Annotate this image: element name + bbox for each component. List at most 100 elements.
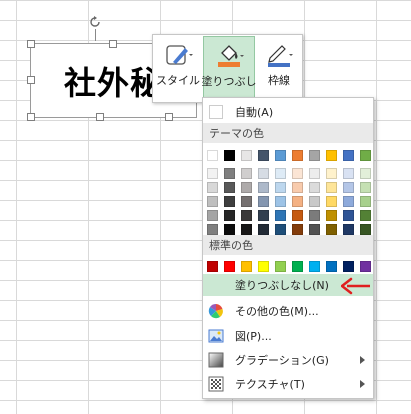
theme-shade-swatch[interactable] xyxy=(258,210,269,221)
theme-shade-swatch[interactable] xyxy=(326,224,337,235)
fill-label: 塗りつぶし xyxy=(201,75,257,88)
standard-color-swatch[interactable] xyxy=(258,261,269,272)
pen-icon xyxy=(268,45,293,67)
theme-color-swatch[interactable] xyxy=(241,150,252,161)
resize-handle[interactable] xyxy=(27,76,35,84)
theme-shade-swatch[interactable] xyxy=(241,182,252,193)
theme-shade-swatch[interactable] xyxy=(309,168,320,179)
standard-color-swatch[interactable] xyxy=(309,261,320,272)
theme-shade-swatch[interactable] xyxy=(258,182,269,193)
standard-color-swatch[interactable] xyxy=(326,261,337,272)
submenu-arrow-icon xyxy=(360,380,365,388)
theme-shade-swatch[interactable] xyxy=(326,168,337,179)
standard-color-swatch[interactable] xyxy=(343,261,354,272)
standard-color-swatch[interactable] xyxy=(241,261,252,272)
theme-shade-swatch[interactable] xyxy=(309,196,320,207)
theme-color-swatch[interactable] xyxy=(343,150,354,161)
resize-handle[interactable] xyxy=(165,113,173,121)
theme-shade-swatch[interactable] xyxy=(292,182,303,193)
theme-shade-swatch[interactable] xyxy=(207,210,218,221)
theme-shade-swatch[interactable] xyxy=(326,196,337,207)
theme-shade-swatch[interactable] xyxy=(343,196,354,207)
theme-shade-swatch[interactable] xyxy=(224,196,235,207)
standard-color-swatch[interactable] xyxy=(207,261,218,272)
color-wheel-icon xyxy=(208,303,223,319)
theme-shade-swatch[interactable] xyxy=(292,196,303,207)
texture-icon xyxy=(208,376,224,392)
rotate-handle-icon[interactable] xyxy=(88,15,102,29)
paint-bucket-icon xyxy=(218,45,244,67)
theme-color-swatch[interactable] xyxy=(360,150,371,161)
style-button[interactable]: スタイル xyxy=(155,36,201,100)
theme-shade-swatch[interactable] xyxy=(207,168,218,179)
resize-handle[interactable] xyxy=(96,113,104,121)
theme-shade-swatch[interactable] xyxy=(343,182,354,193)
menu-item-more-colors[interactable]: その他の色(M)... xyxy=(203,300,373,322)
resize-handle[interactable] xyxy=(27,113,35,121)
theme-shade-swatch[interactable] xyxy=(309,210,320,221)
theme-shade-swatch[interactable] xyxy=(224,224,235,235)
standard-color-swatch[interactable] xyxy=(360,261,371,272)
menu-item-gradient[interactable]: グラデーション(G) xyxy=(203,349,373,371)
theme-color-swatch[interactable] xyxy=(292,150,303,161)
theme-shade-swatch[interactable] xyxy=(326,182,337,193)
gradient-label: グラデーション(G) xyxy=(235,354,329,367)
theme-shade-swatch[interactable] xyxy=(224,182,235,193)
theme-shade-swatch[interactable] xyxy=(343,168,354,179)
auto-label: 自動(A) xyxy=(235,106,274,119)
theme-shade-swatch[interactable] xyxy=(207,182,218,193)
no-fill-label: 塗りつぶしなし(N) xyxy=(235,279,329,292)
theme-shade-swatch[interactable] xyxy=(207,196,218,207)
theme-shade-swatch[interactable] xyxy=(360,224,371,235)
menu-item-picture[interactable]: 図(P)... xyxy=(203,325,373,347)
theme-shade-swatch[interactable] xyxy=(241,168,252,179)
theme-shade-swatch[interactable] xyxy=(292,210,303,221)
theme-color-swatch[interactable] xyxy=(309,150,320,161)
theme-shade-swatch[interactable] xyxy=(360,182,371,193)
theme-shade-swatch[interactable] xyxy=(343,210,354,221)
theme-shade-swatch[interactable] xyxy=(309,182,320,193)
theme-shade-swatch[interactable] xyxy=(241,224,252,235)
theme-shade-swatch[interactable] xyxy=(360,168,371,179)
fill-button[interactable]: 塗りつぶし xyxy=(201,36,257,100)
theme-shade-swatch[interactable] xyxy=(224,210,235,221)
theme-shade-swatch[interactable] xyxy=(275,168,286,179)
theme-shade-swatch[interactable] xyxy=(258,224,269,235)
theme-shade-swatch[interactable] xyxy=(207,224,218,235)
theme-shade-swatch[interactable] xyxy=(241,210,252,221)
menu-item-auto[interactable]: 自動(A) xyxy=(203,101,373,123)
theme-shade-swatch[interactable] xyxy=(292,224,303,235)
menu-item-texture[interactable]: テクスチャ(T) xyxy=(203,373,373,395)
outline-button[interactable]: 枠線 xyxy=(257,36,301,100)
theme-shade-swatch[interactable] xyxy=(275,196,286,207)
theme-shade-swatch[interactable] xyxy=(224,168,235,179)
theme-shade-swatch[interactable] xyxy=(360,196,371,207)
picture-icon xyxy=(208,329,224,343)
theme-color-swatch[interactable] xyxy=(275,150,286,161)
theme-shade-swatch[interactable] xyxy=(258,196,269,207)
theme-shade-swatch[interactable] xyxy=(241,196,252,207)
theme-color-swatch[interactable] xyxy=(224,150,235,161)
style-label: スタイル xyxy=(156,74,200,87)
resize-handle[interactable] xyxy=(109,40,117,48)
theme-color-swatch[interactable] xyxy=(207,150,218,161)
theme-shade-swatch[interactable] xyxy=(360,210,371,221)
theme-color-swatch[interactable] xyxy=(258,150,269,161)
theme-shade-swatch[interactable] xyxy=(292,168,303,179)
standard-color-swatch[interactable] xyxy=(224,261,235,272)
theme-shade-swatch[interactable] xyxy=(258,168,269,179)
theme-shade-swatch[interactable] xyxy=(343,224,354,235)
theme-shade-swatch[interactable] xyxy=(309,224,320,235)
shape-style-icon xyxy=(166,45,193,65)
standard-color-swatch[interactable] xyxy=(275,261,286,272)
theme-shade-swatch[interactable] xyxy=(275,224,286,235)
theme-shade-swatch[interactable] xyxy=(275,182,286,193)
outline-label: 枠線 xyxy=(268,74,290,87)
theme-shade-swatch[interactable] xyxy=(275,210,286,221)
resize-handle[interactable] xyxy=(27,40,35,48)
rotate-handle-line xyxy=(95,29,96,41)
standard-color-swatch[interactable] xyxy=(292,261,303,272)
theme-shade-swatch[interactable] xyxy=(326,210,337,221)
theme-color-swatch[interactable] xyxy=(326,150,337,161)
picture-label: 図(P)... xyxy=(235,330,272,343)
